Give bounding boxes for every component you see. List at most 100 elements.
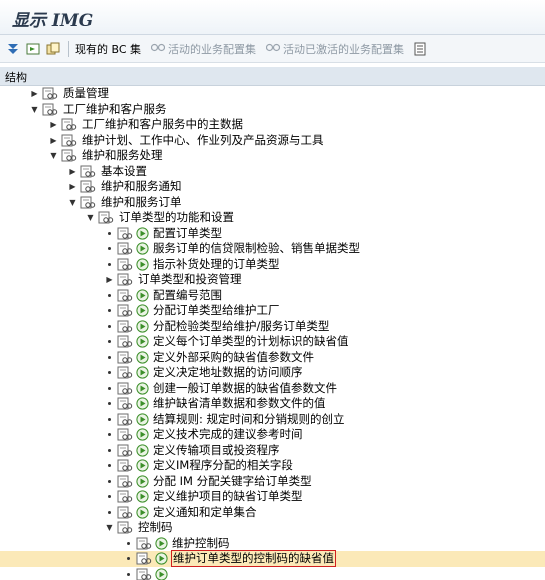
collapsed-toggle-icon[interactable]: ▶	[49, 120, 58, 129]
tree-node[interactable]: 配置编号范围	[0, 288, 545, 304]
documentation-icon[interactable]	[117, 227, 133, 240]
tree-node[interactable]: 定义通知和定单集合	[0, 505, 545, 521]
documentation-icon[interactable]	[117, 521, 133, 534]
execute-activity-icon[interactable]	[136, 288, 149, 302]
collapsed-toggle-icon[interactable]: ▶	[68, 182, 77, 191]
list-icon[interactable]	[414, 42, 428, 56]
tree-node[interactable]: 服务订单的信贷限制检验、销售单据类型	[0, 241, 545, 257]
tree-node[interactable]: ▼ 控制码	[0, 520, 545, 536]
documentation-icon[interactable]	[117, 444, 133, 457]
documentation-icon[interactable]	[117, 351, 133, 364]
execute-activity-icon[interactable]	[155, 567, 168, 580]
tree-node[interactable]: ▶ 订单类型和投资管理	[0, 272, 545, 288]
activated-bc-set-button[interactable]: 活动已激活的业务配置集	[265, 41, 404, 57]
documentation-icon[interactable]	[117, 304, 133, 317]
execute-activity-icon[interactable]	[136, 242, 149, 255]
documentation-icon[interactable]	[117, 242, 133, 255]
collapsed-toggle-icon[interactable]: ▶	[49, 136, 58, 145]
documentation-icon[interactable]	[61, 134, 77, 147]
execute-activity-icon[interactable]	[136, 397, 149, 410]
tree-node[interactable]: 指示补货处理的订单类型	[0, 257, 545, 273]
documentation-icon[interactable]	[117, 459, 133, 472]
documentation-icon[interactable]	[80, 196, 96, 209]
expanded-toggle-icon[interactable]: ▼	[30, 105, 39, 114]
documentation-icon[interactable]	[80, 180, 96, 193]
execute-activity-icon[interactable]	[136, 226, 149, 240]
execute-activity-icon[interactable]	[136, 505, 149, 519]
tree-node[interactable]: 分配订单类型给维护工厂	[0, 303, 545, 319]
expanded-toggle-icon[interactable]: ▼	[86, 213, 95, 222]
tree-node[interactable]: ▶ 维护和服务通知	[0, 179, 545, 195]
tree-node[interactable]: ▶ 工厂维护和客户服务中的主数据	[0, 117, 545, 133]
tree-node[interactable]: 维护缺省清单数据和参数文件的值	[0, 396, 545, 412]
expanded-toggle-icon[interactable]: ▼	[68, 198, 77, 207]
documentation-icon[interactable]	[42, 87, 58, 100]
tree-node[interactable]: ▼ 维护和服务订单	[0, 195, 545, 211]
documentation-icon[interactable]	[61, 149, 77, 162]
tree-node[interactable]: 结算规则: 规定时间和分销规则的创立	[0, 412, 545, 428]
documentation-icon[interactable]	[117, 413, 133, 426]
documentation-icon[interactable]	[117, 506, 133, 519]
tree-node[interactable]: 配置订单类型	[0, 226, 545, 242]
documentation-icon[interactable]	[80, 165, 96, 178]
tree-node[interactable]: 定义IM程序分配的相关字段	[0, 458, 545, 474]
execute-activity-icon[interactable]	[136, 428, 149, 441]
tree-node[interactable]: 定义技术完成的建议参考时间	[0, 427, 545, 443]
expand-all-icon[interactable]	[6, 42, 20, 56]
tree-node[interactable]	[0, 567, 545, 580]
execute-activity-icon[interactable]	[155, 552, 168, 565]
tree-node[interactable]: ▶ 维护计划、工作中心、作业列及产品资源与工具	[0, 133, 545, 149]
documentation-icon[interactable]	[117, 320, 133, 333]
expanded-toggle-icon[interactable]: ▼	[105, 523, 114, 532]
documentation-icon[interactable]	[117, 490, 133, 503]
documentation-icon[interactable]	[136, 537, 152, 550]
execute-activity-icon[interactable]	[136, 459, 149, 472]
active-bc-set-button[interactable]: 活动的业务配置集	[150, 41, 256, 57]
tree-node[interactable]: ▼ 工厂维护和客户服务	[0, 102, 545, 118]
execute-activity-icon[interactable]	[136, 350, 149, 364]
tree-node[interactable]: 定义外部采购的缺省值参数文件	[0, 350, 545, 366]
tree-node[interactable]: 定义决定地址数据的访问顺序	[0, 365, 545, 381]
execute-activity-icon[interactable]	[136, 412, 149, 426]
tree-node[interactable]: 维护控制码	[0, 536, 545, 552]
execute-activity-icon[interactable]	[155, 536, 168, 550]
execute-activity-icon[interactable]	[136, 490, 149, 503]
documentation-icon[interactable]	[117, 273, 133, 286]
tree-node[interactable]: 分配 IM 分配关键字给订单类型	[0, 474, 545, 490]
tree-node[interactable]: 维护订单类型的控制码的缺省值	[0, 550, 545, 567]
tree-node[interactable]: 定义维护项目的缺省订单类型	[0, 489, 545, 505]
bc-set-button[interactable]: 现有的 BC 集	[75, 41, 141, 57]
documentation-icon[interactable]	[117, 382, 133, 395]
expanded-toggle-icon[interactable]: ▼	[49, 151, 58, 160]
find-icon[interactable]	[46, 42, 60, 56]
collapsed-toggle-icon[interactable]: ▶	[30, 89, 39, 98]
documentation-icon[interactable]	[61, 118, 77, 131]
execute-activity-icon[interactable]	[136, 335, 149, 348]
tree-node[interactable]: 定义传输项目或投资程序	[0, 443, 545, 459]
tree-node[interactable]: 分配检验类型给维护/服务订单类型	[0, 319, 545, 335]
documentation-icon[interactable]	[98, 211, 114, 224]
documentation-icon[interactable]	[117, 258, 133, 271]
execute-activity-icon[interactable]	[136, 257, 149, 271]
execute-activity-icon[interactable]	[136, 366, 149, 379]
execute-activity-icon[interactable]	[136, 443, 149, 457]
tree-node[interactable]: 定义每个订单类型的计划标识的缺省值	[0, 334, 545, 350]
documentation-icon[interactable]	[117, 335, 133, 348]
documentation-icon[interactable]	[117, 289, 133, 302]
tree-node[interactable]: 创建一般订单数据的缺省值参数文件	[0, 381, 545, 397]
documentation-icon[interactable]	[117, 397, 133, 410]
documentation-icon[interactable]	[117, 475, 133, 488]
tree-node[interactable]: ▼ 订单类型的功能和设置	[0, 210, 545, 226]
execute-icon[interactable]	[26, 42, 40, 56]
tree-node[interactable]: ▼ 维护和服务处理	[0, 148, 545, 164]
documentation-icon[interactable]	[136, 552, 152, 565]
documentation-icon[interactable]	[117, 428, 133, 441]
execute-activity-icon[interactable]	[136, 381, 149, 395]
execute-activity-icon[interactable]	[136, 474, 149, 488]
tree-node[interactable]: ▶ 质量管理	[0, 86, 545, 102]
documentation-icon[interactable]	[42, 103, 58, 116]
collapsed-toggle-icon[interactable]: ▶	[68, 167, 77, 176]
execute-activity-icon[interactable]	[136, 304, 149, 317]
collapsed-toggle-icon[interactable]: ▶	[105, 275, 114, 284]
execute-activity-icon[interactable]	[136, 319, 149, 333]
